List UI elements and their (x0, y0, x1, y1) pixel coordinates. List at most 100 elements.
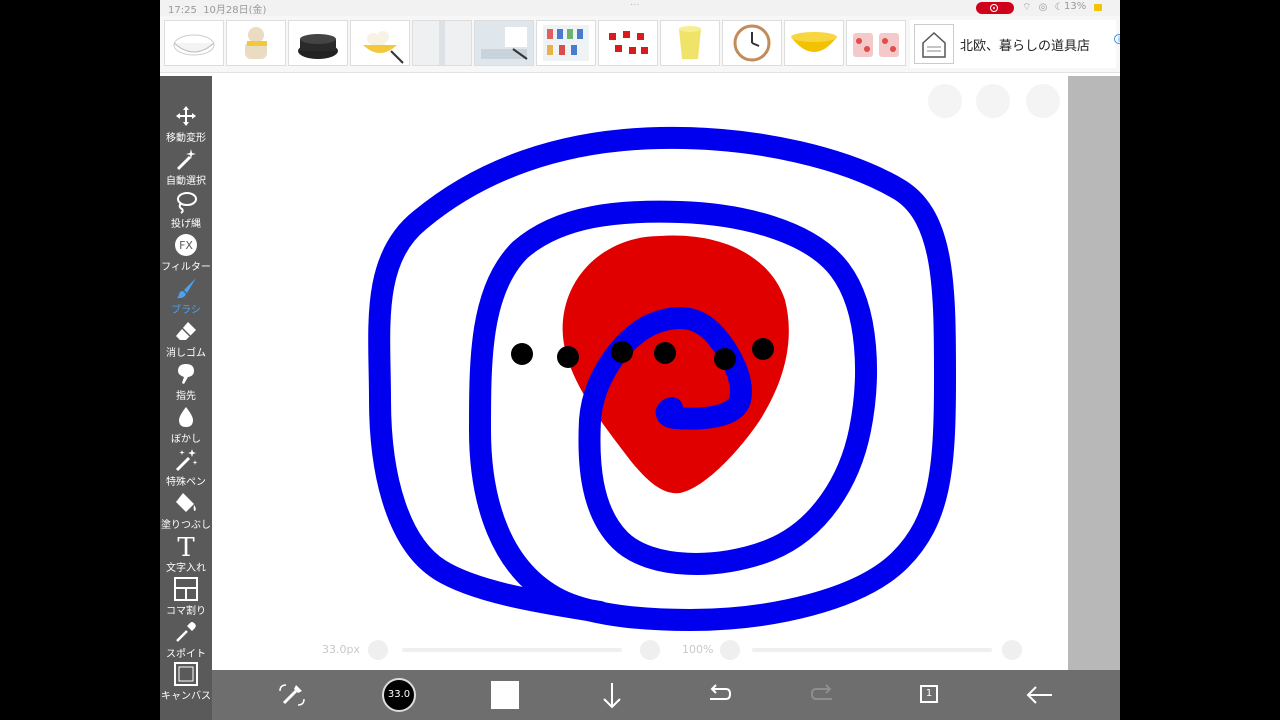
canvas-gray-margin (1068, 76, 1120, 670)
tool-label: 移動変形 (166, 133, 206, 144)
size-value: 33.0px (322, 643, 360, 656)
opacity-slider-knob-left[interactable] (720, 640, 740, 660)
ad-thumbnail[interactable] (598, 20, 658, 66)
faint-undo-circle[interactable] (928, 84, 962, 118)
ad-thumbnail[interactable] (288, 20, 348, 66)
dot (611, 341, 633, 363)
redo-button[interactable] (808, 679, 840, 711)
undo-icon (702, 684, 734, 715)
tool-eyedropper[interactable]: スポイト (160, 618, 212, 660)
tool-label: 投げ縄 (171, 219, 201, 230)
tool-move[interactable]: 移動変形 (160, 102, 212, 144)
ad-thumbnail[interactable] (722, 20, 782, 66)
back-button[interactable] (1024, 679, 1056, 711)
ad-store-card[interactable]: 北欧、暮らしの道具店 (910, 20, 1116, 68)
magic-wand-icon (174, 147, 198, 171)
blur-drop-icon (174, 405, 198, 429)
tool-label: 塗りつぶし (160, 520, 212, 531)
tool-eraser[interactable]: 消しゴム (160, 317, 212, 359)
undo-button[interactable] (702, 679, 734, 711)
tool-label: 文字入れ (166, 563, 206, 574)
brush-size-button[interactable]: 33.0 (382, 678, 416, 712)
tool-fill[interactable]: 塗りつぶし (160, 489, 212, 531)
tool-special-pen[interactable]: 特殊ペン (160, 446, 212, 488)
size-slider-row[interactable]: 33.0px (322, 640, 660, 660)
bottom-toolbar: 33.0 1 (212, 670, 1120, 720)
artwork (368, 126, 956, 631)
size-slider-track[interactable] (402, 648, 622, 652)
tool-blur[interactable]: ぼかし (160, 403, 212, 445)
tool-label: 消しゴム (166, 348, 206, 359)
battery-icon (1094, 4, 1102, 11)
swap-button[interactable] (276, 679, 308, 711)
tool-lasso[interactable]: 投げ縄 (160, 188, 212, 230)
move-icon (174, 104, 198, 128)
bucket-icon (174, 491, 198, 515)
multitask-dots[interactable]: ··· (630, 0, 640, 11)
redo-icon (808, 684, 840, 715)
tool-auto-select[interactable]: 自動選択 (160, 145, 212, 187)
ad-thumbnail[interactable] (474, 20, 534, 66)
canvas-icon (174, 662, 198, 686)
size-slider-knob-left[interactable] (368, 640, 388, 660)
eyedropper-icon (174, 620, 198, 644)
dot (654, 342, 676, 364)
drawing-canvas[interactable]: 33.0px 100% (212, 76, 1120, 670)
tool-filter[interactable]: FX フィルター (160, 231, 212, 273)
tool-text[interactable]: T 文字入れ (160, 532, 212, 574)
app-window: 17:25 10月28日(金) ··· ⌔ ◎ ☾ 13% 北欧、暮らしの道具店… (160, 0, 1120, 720)
size-slider-knob-right[interactable] (640, 640, 660, 660)
dot (714, 348, 736, 370)
status-time: 17:25 10月28日(金) (168, 5, 267, 16)
opacity-slider-row[interactable]: 100% (682, 640, 1022, 660)
ad-banner[interactable]: 北欧、暮らしの道具店 i (160, 16, 1120, 73)
tool-label: コマ割り (166, 606, 206, 617)
status-icons: ⌔ ◎ ☾ (1022, 2, 1066, 13)
svg-text:FX: FX (179, 239, 193, 252)
ad-thumbnail[interactable] (412, 20, 472, 66)
ad-thumbnail[interactable] (536, 20, 596, 66)
download-button[interactable] (596, 679, 628, 711)
screen-record-icon[interactable] (976, 2, 1014, 14)
brush-icon (174, 276, 198, 300)
ad-thumbnail[interactable] (660, 20, 720, 66)
tool-label: 指先 (176, 391, 196, 402)
arrow-down-icon (596, 683, 628, 715)
ad-thumbnail[interactable] (226, 20, 286, 66)
arrow-left-icon (1024, 686, 1056, 715)
tool-panel[interactable]: コマ割り (160, 575, 212, 617)
tool-brush[interactable]: ブラシ (160, 274, 212, 316)
special-pen-icon (174, 448, 198, 472)
tool-label: ブラシ (171, 305, 201, 316)
battery-percent: 13% (1064, 1, 1087, 12)
tool-label: フィルター (161, 262, 211, 273)
ad-thumbnail[interactable] (846, 20, 906, 66)
dot (557, 346, 579, 368)
panel-icon (174, 577, 198, 601)
dot (511, 343, 533, 365)
finger-icon (174, 362, 198, 386)
text-icon: T (174, 533, 198, 563)
eraser-icon (174, 319, 198, 343)
opacity-slider-knob-right[interactable] (1002, 640, 1022, 660)
svg-text:T: T (177, 534, 195, 558)
opacity-value: 100% (682, 643, 714, 656)
color-swatch-button[interactable] (491, 681, 519, 709)
dot (752, 338, 774, 360)
tool-label: 自動選択 (166, 176, 206, 187)
info-icon[interactable]: i (1114, 34, 1120, 44)
layers-button[interactable]: 1 (920, 685, 938, 703)
faint-circle[interactable] (1026, 84, 1060, 118)
tool-label: スポイト (166, 649, 206, 660)
tool-finger[interactable]: 指先 (160, 360, 212, 402)
faint-circle[interactable] (976, 84, 1010, 118)
ad-thumbnail[interactable] (784, 20, 844, 66)
opacity-slider-track[interactable] (752, 648, 992, 652)
fx-icon: FX (174, 233, 198, 257)
tool-label: キャンバス (161, 691, 211, 702)
store-logo (914, 24, 954, 64)
ad-thumbnail[interactable] (350, 20, 410, 66)
ad-store-text[interactable]: 北欧、暮らしの道具店 (960, 35, 1090, 54)
ad-thumbnail[interactable] (164, 20, 224, 66)
tool-canvas[interactable]: キャンバス (160, 660, 212, 702)
